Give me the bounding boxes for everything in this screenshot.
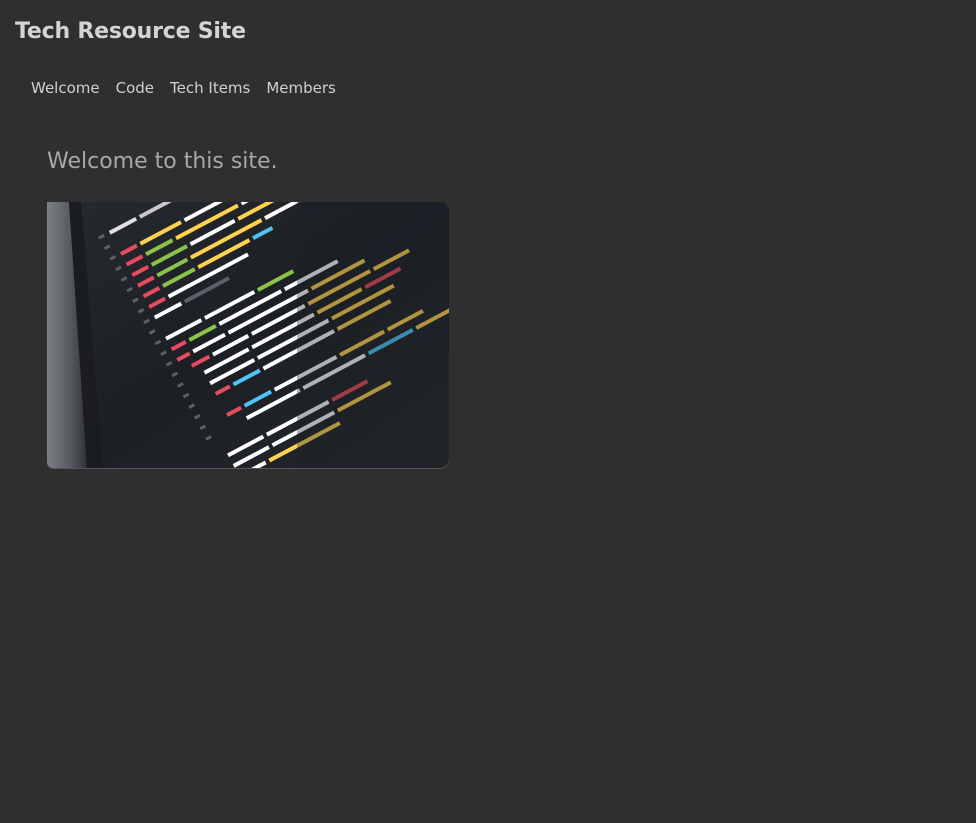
- nav-members[interactable]: Members: [266, 79, 336, 97]
- main-nav: Welcome Code Tech Items Members: [31, 79, 336, 97]
- nav-code[interactable]: Code: [116, 79, 154, 97]
- code-editor-photo: [47, 202, 449, 468]
- nav-welcome[interactable]: Welcome: [31, 79, 100, 97]
- welcome-heading: Welcome to this site.: [47, 149, 278, 174]
- hero-image: [47, 202, 449, 468]
- site-title: Tech Resource Site: [15, 19, 246, 44]
- nav-tech-items[interactable]: Tech Items: [170, 79, 250, 97]
